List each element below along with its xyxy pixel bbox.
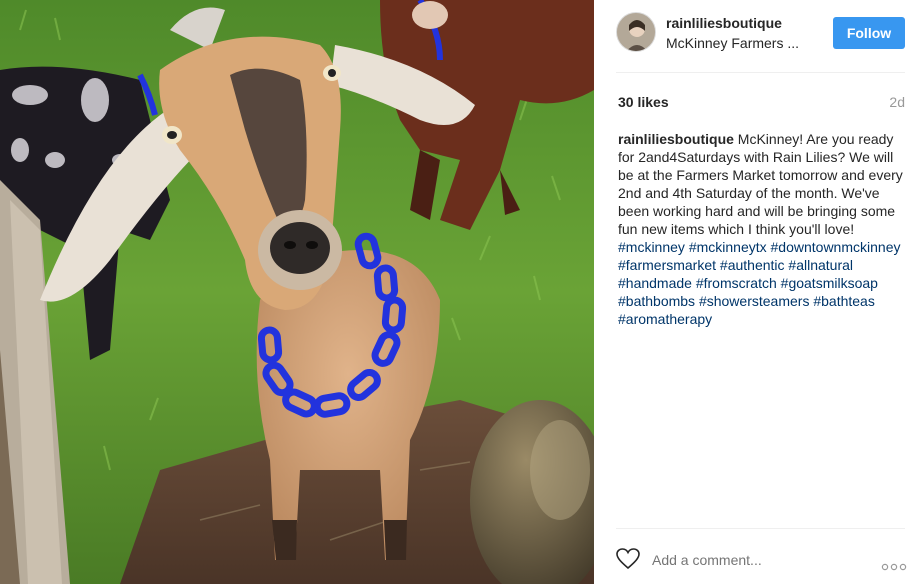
hashtag-link[interactable]: #handmade <box>618 275 692 291</box>
more-options-icon[interactable] <box>881 558 907 571</box>
hashtag-link[interactable]: #showersteamers <box>699 293 810 309</box>
comment-input[interactable] <box>652 552 852 568</box>
heart-outline-icon[interactable] <box>616 548 640 570</box>
comment-bar <box>594 528 923 584</box>
post-header: rainliliesboutique McKinney Farmers ... … <box>594 0 923 72</box>
location[interactable]: McKinney Farmers ... <box>666 35 816 51</box>
post-caption: rainliliesboutique McKinney! Are you rea… <box>618 130 908 328</box>
username[interactable]: rainliliesboutique <box>666 15 782 31</box>
hashtag-link[interactable]: #mckinneytx <box>689 239 767 255</box>
hashtag-link[interactable]: #allnatural <box>788 257 853 273</box>
hashtag-link[interactable]: #downtownmckinney <box>771 239 901 255</box>
hashtag-link[interactable]: #mckinney <box>618 239 685 255</box>
hashtag-link[interactable]: #bathbombs <box>618 293 695 309</box>
post-time[interactable]: 2d <box>889 94 905 110</box>
hashtag-link[interactable]: #goatsmilksoap <box>781 275 878 291</box>
follow-button[interactable]: Follow <box>833 17 905 49</box>
hashtag-link[interactable]: #authentic <box>720 257 785 273</box>
avatar[interactable] <box>616 12 656 52</box>
hashtag-list: #mckinney #mckinneytx #downtownmckinney … <box>618 239 900 327</box>
caption-username[interactable]: rainliliesboutique <box>618 131 738 147</box>
hashtag-link[interactable]: #farmersmarket <box>618 257 716 273</box>
hashtag-link[interactable]: #aromatherapy <box>618 311 712 327</box>
hashtag-link[interactable]: #fromscratch <box>696 275 777 291</box>
post-details-panel: rainliliesboutique McKinney Farmers ... … <box>594 0 923 584</box>
hashtag-link[interactable]: #bathteas <box>813 293 875 309</box>
likes-count[interactable]: 30 likes <box>618 94 669 110</box>
post-photo <box>0 0 594 584</box>
header-divider <box>616 72 905 73</box>
